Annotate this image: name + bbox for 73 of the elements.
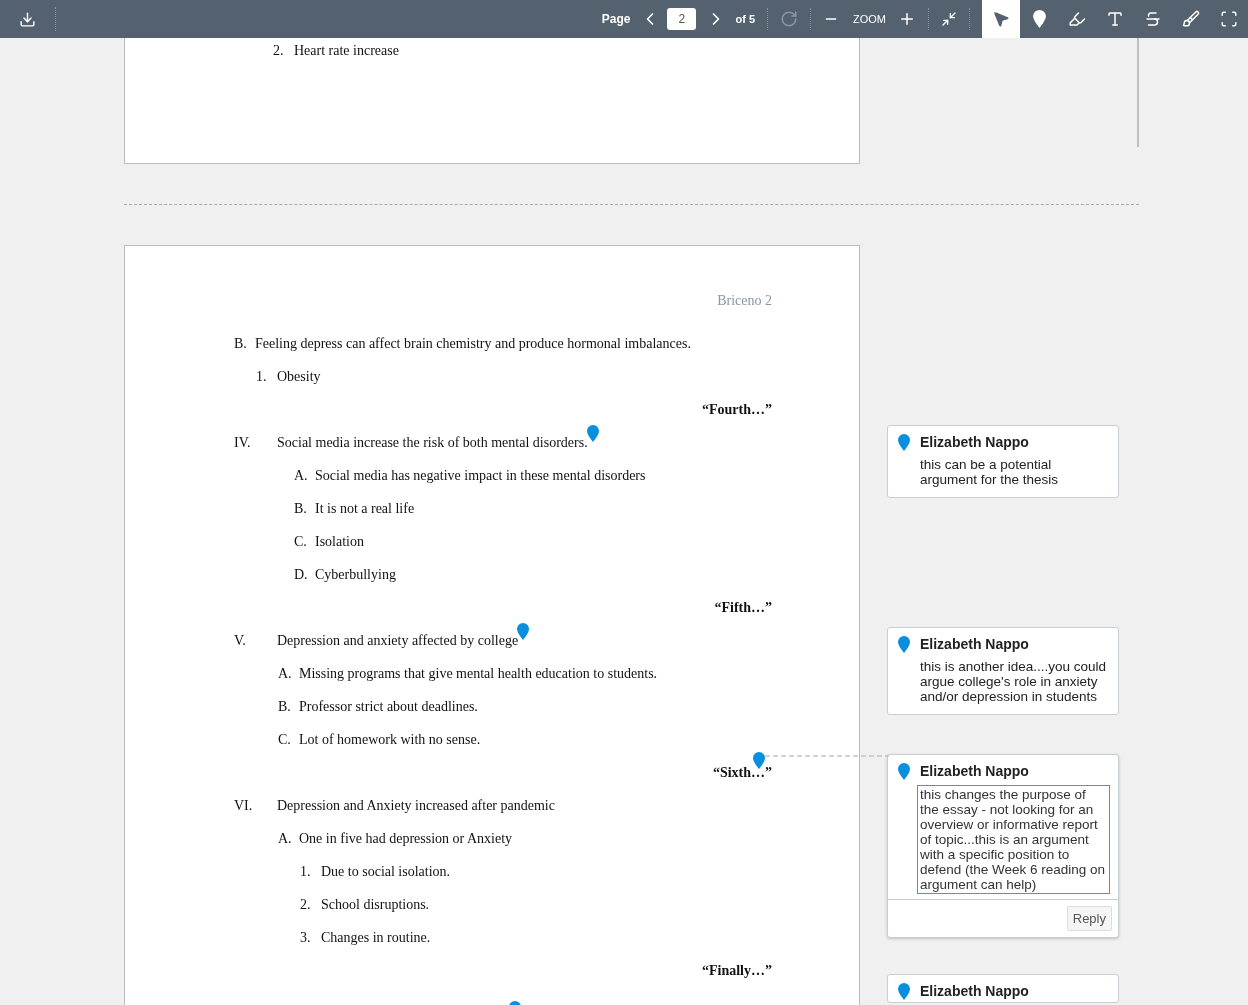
comment-text: this can be a potential argument for the thesis — [919, 456, 1060, 489]
outline-text: Obesity — [277, 368, 321, 386]
page-label: Page — [601, 11, 631, 28]
download-icon[interactable] — [18, 10, 36, 28]
outline-text: It is not a real life — [315, 500, 415, 518]
outline-text: Social media increase the risk of both mental disorders. — [277, 434, 588, 452]
list-marker: V. — [234, 632, 247, 650]
outline-text: School disruptions. — [321, 896, 430, 914]
outline-text: Depression and anxiety affected by college — [277, 632, 519, 650]
strikethrough-icon — [1144, 10, 1162, 28]
pin-icon[interactable] — [586, 425, 599, 442]
list-marker: D. — [294, 566, 309, 584]
outline-text: Professor strict about deadlines. — [299, 698, 478, 716]
section-heading: “Fifth…” — [714, 600, 772, 615]
collapse-icon[interactable] — [941, 11, 957, 27]
outline-text: Feeling depress can affect brain chemistry and produce hormonal imbalances. — [255, 335, 691, 353]
page-number-field[interactable]: 2 — [667, 8, 697, 30]
outline-text: Changes in routine. — [321, 929, 431, 947]
area-select-icon — [1220, 10, 1238, 28]
comment-card[interactable]: Elizabeth Nappo this can be a potential argument for the thesis — [887, 425, 1119, 498]
comment-card[interactable] — [887, 754, 1119, 938]
list-marker: A. — [294, 467, 309, 485]
section-heading: “Fourth…” — [702, 402, 772, 417]
pin-icon — [1032, 10, 1046, 28]
outline-text: Heart rate increase — [294, 42, 399, 60]
outline-text: Lot of homework with no sense. — [299, 731, 481, 749]
outline-text: Social media has negative impact in these mental disorders — [315, 467, 646, 485]
comment-author: Elizabeth Nappo — [920, 433, 1029, 452]
list-marker: 3. — [300, 929, 312, 947]
section-heading: “Finally…” — [702, 963, 772, 978]
pin-icon[interactable] — [517, 623, 530, 640]
pin-icon[interactable] — [898, 434, 910, 451]
comment-edit-field[interactable]: this changes the purpose of the essay - not looking for an overview or informative report of topic...this is an argument with a specific position to defend (the Week 6 reading on argument can help) — [917, 785, 1110, 894]
outline-text: Due to social isolation. — [321, 863, 451, 881]
comment-author: Elizabeth Nappo — [920, 635, 1029, 654]
list-marker: B. — [294, 500, 308, 518]
zoom-in-icon[interactable] — [898, 10, 916, 28]
brush-icon — [1182, 10, 1200, 28]
pin-icon[interactable] — [898, 983, 910, 1000]
comment-card[interactable]: Elizabeth Nappo this is another idea....you could argue college's role in anxiety and/or depression in students — [887, 627, 1119, 715]
pointer-tool[interactable] — [982, 0, 1020, 38]
list-marker: C. — [278, 731, 292, 749]
reply-button[interactable]: Reply — [1066, 906, 1112, 931]
text-icon — [1106, 10, 1124, 28]
list-marker: B. — [278, 698, 292, 716]
pin-icon[interactable] — [898, 636, 910, 653]
list-marker: C. — [294, 533, 308, 551]
list-marker: 1. — [256, 368, 268, 386]
pin-icon[interactable] — [898, 763, 910, 780]
comment-text: this is another idea....you could argue college's role in anxiety and/or depression in students — [919, 658, 1108, 706]
outline-text: Isolation — [315, 533, 364, 551]
running-head: Briceno 2 — [717, 292, 772, 310]
list-marker: 2. — [300, 896, 312, 914]
page-total: of 5 — [735, 11, 755, 27]
outline-text: Cyberbullying — [315, 566, 396, 584]
zoom-label: ZOOM — [853, 11, 886, 27]
list-marker: A. — [278, 830, 293, 848]
list-marker: 1. — [300, 863, 312, 881]
section-heading: “Sixth…” — [712, 765, 772, 780]
comment-author: Elizabeth Nappo — [920, 982, 1029, 1001]
highlighter-icon — [1068, 10, 1086, 28]
pin-icon[interactable] — [752, 752, 765, 769]
outline-text: Depression and Anxiety increased after pandemic — [277, 797, 555, 815]
list-marker: VI. — [234, 797, 254, 815]
list-marker: A. — [278, 665, 293, 683]
outline-text: One in five had depression or Anxiety — [299, 830, 513, 848]
pointer-icon — [992, 10, 1010, 28]
comment-card[interactable]: Elizabeth Nappo — [887, 974, 1119, 1003]
comment-author: Elizabeth Nappo — [920, 762, 1029, 781]
list-marker: 2. — [273, 42, 285, 60]
list-marker: IV. — [234, 434, 252, 452]
list-marker: B. — [234, 335, 248, 353]
outline-text: Missing programs that give mental health education to students. — [299, 665, 658, 683]
